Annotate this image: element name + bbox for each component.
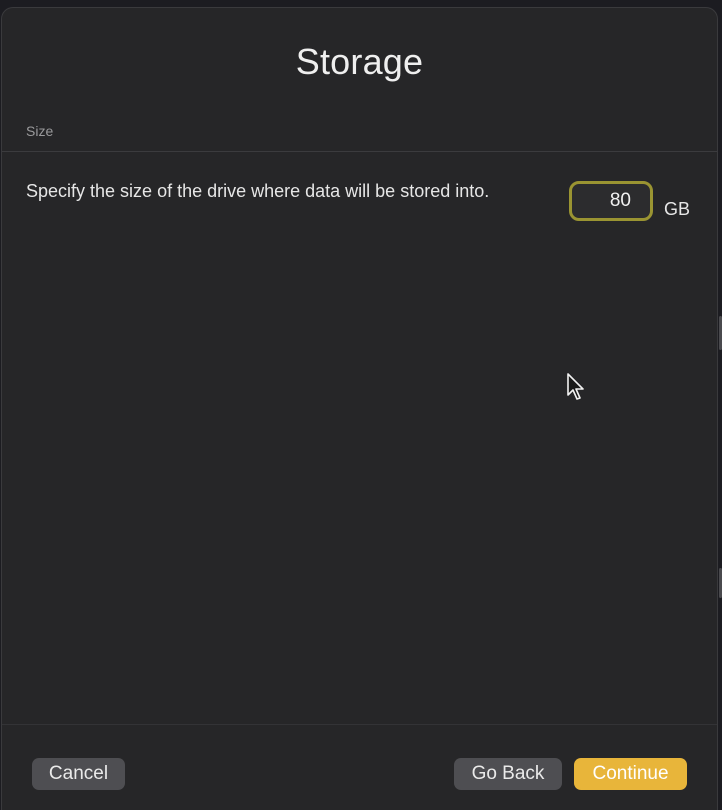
section-label-size: Size bbox=[26, 123, 54, 139]
size-field-focus-ring bbox=[569, 181, 653, 221]
mouse-pointer-icon bbox=[567, 373, 584, 400]
go-back-button[interactable]: Go Back bbox=[454, 758, 562, 790]
size-input[interactable] bbox=[575, 187, 647, 215]
cancel-button[interactable]: Cancel bbox=[32, 758, 125, 790]
dialog-title: Storage bbox=[295, 41, 424, 82]
footer-divider bbox=[2, 724, 717, 725]
size-unit-label: GB bbox=[664, 199, 691, 219]
header-divider bbox=[2, 151, 717, 152]
size-description: Specify the size of the drive where data… bbox=[26, 181, 490, 201]
storage-dialog: Storage Size Specify the size of the dri… bbox=[1, 7, 718, 810]
continue-button[interactable]: Continue bbox=[574, 758, 687, 790]
